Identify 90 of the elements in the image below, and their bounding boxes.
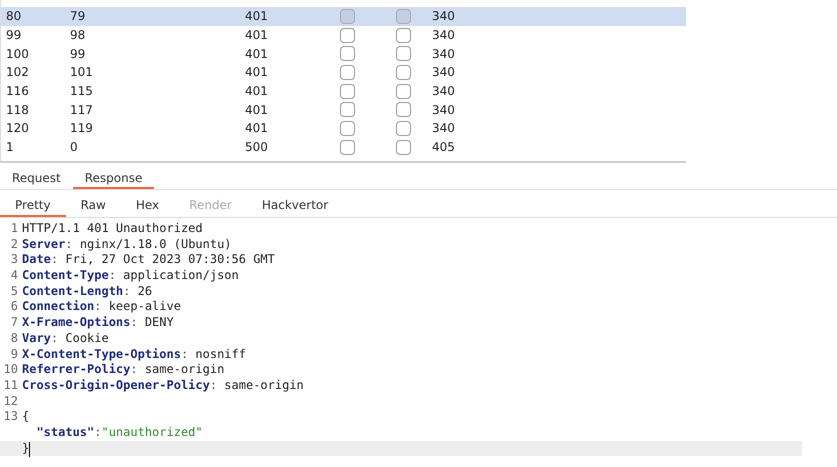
- line-number: 4: [10, 268, 18, 282]
- line-number: 3: [10, 252, 18, 266]
- line-number: 1: [10, 221, 18, 235]
- table-cell: 401: [245, 102, 268, 117]
- table-cell: 99: [70, 46, 86, 61]
- table-cell: 401: [245, 84, 268, 98]
- table-cell: 401: [245, 9, 268, 24]
- table-cell: 401: [245, 28, 268, 42]
- header-line: Server: nginx/1.18.0 (Ubuntu): [22, 236, 232, 252]
- tab[interactable]: Pretty: [0, 195, 66, 217]
- table-row[interactable]: 118 117 401 340: [1, 100, 686, 120]
- tab[interactable]: Hex: [120, 195, 174, 217]
- checkbox[interactable]: [396, 64, 411, 80]
- checkbox[interactable]: [340, 102, 355, 118]
- table-cell: 117: [70, 102, 93, 117]
- tab[interactable]: Hackvertor: [246, 195, 344, 217]
- tab[interactable]: Request: [0, 169, 73, 189]
- header-line: Cross-Origin-Opener-Policy: same-origin: [22, 378, 304, 394]
- table-cell: 401: [245, 65, 268, 80]
- checkbox[interactable]: [396, 102, 411, 118]
- checkbox[interactable]: [340, 46, 355, 62]
- json-line: "status":"unauthorized": [35, 424, 203, 441]
- line-number: 2: [10, 236, 18, 251]
- code-text: }: [22, 440, 30, 456]
- table-cell: 1: [6, 140, 14, 154]
- header-line: X-Frame-Options: DENY: [22, 315, 174, 331]
- tab[interactable]: Raw: [66, 195, 121, 217]
- code-text: HTTP/1.1 401 Unauthorized: [22, 221, 203, 237]
- checkbox[interactable]: [396, 8, 411, 24]
- table-cell: 115: [70, 84, 93, 98]
- table-cell: 120: [6, 121, 29, 136]
- tab[interactable]: Response: [72, 169, 154, 189]
- table-row[interactable]: 100 99 401 340: [1, 44, 686, 64]
- table-row[interactable]: 80 79 401 340: [1, 7, 686, 26]
- table-cell: 118: [6, 102, 29, 117]
- table-cell: 102: [6, 65, 29, 80]
- checkbox[interactable]: [340, 64, 355, 80]
- table-cell: 99: [6, 28, 22, 42]
- table-cell: 0: [70, 140, 78, 154]
- checkbox[interactable]: [340, 84, 355, 99]
- line-number: 5: [10, 284, 18, 298]
- table-cell: 401: [245, 121, 268, 136]
- table-row[interactable]: 1 0 500 405: [1, 138, 686, 156]
- table-row[interactable]: 116 115 401 340: [1, 82, 686, 100]
- header-line: X-Content-Type-Options: nosniff: [22, 346, 246, 362]
- checkbox[interactable]: [396, 46, 411, 62]
- text-cursor[interactable]: [29, 442, 30, 457]
- header-line: Date: Fri, 27 Oct 2023 07:30:56 GMT: [22, 252, 275, 268]
- header-line: Vary: Cookie: [22, 330, 109, 346]
- line-number: 8: [10, 330, 18, 345]
- table-cell: 405: [432, 140, 455, 154]
- header-line: Connection: keep-alive: [22, 299, 181, 316]
- code-text: {: [22, 409, 30, 425]
- checkbox[interactable]: [396, 140, 411, 155]
- checkbox[interactable]: [396, 28, 411, 43]
- line-number: 6: [10, 299, 18, 314]
- table-cell: 98: [70, 28, 86, 42]
- line-number: 13: [4, 409, 18, 424]
- table-cell: 401: [245, 46, 268, 61]
- table-cell: 340: [432, 121, 455, 136]
- table-row[interactable]: 99 98 401 340: [1, 26, 686, 44]
- checkbox[interactable]: [340, 140, 355, 155]
- table-cell: 119: [70, 121, 93, 136]
- table-cell: 340: [432, 65, 455, 80]
- table-cell: 116: [6, 84, 29, 98]
- table-cell: 340: [432, 84, 455, 98]
- line-number: 7: [10, 315, 18, 330]
- table-row[interactable]: 120 119 401 340: [1, 119, 686, 138]
- checkbox[interactable]: [396, 120, 411, 136]
- table-cell: 79: [70, 9, 86, 24]
- line-number: 11: [4, 378, 18, 392]
- table-cell: 340: [432, 102, 455, 117]
- table-cell: 340: [432, 28, 455, 42]
- table-cell: 101: [70, 65, 93, 80]
- table-cell: 80: [6, 9, 22, 24]
- table-row[interactable]: 102 101 401 340: [1, 63, 686, 82]
- line-number: 9: [10, 346, 18, 360]
- table-cell: 100: [6, 46, 29, 61]
- checkbox[interactable]: [340, 120, 355, 136]
- header-line: Content-Length: 26: [22, 284, 152, 300]
- checkbox[interactable]: [340, 8, 355, 24]
- checkbox[interactable]: [340, 28, 355, 43]
- header-line: Content-Type: application/json: [22, 268, 239, 284]
- table-cell: 500: [245, 140, 268, 154]
- checkbox[interactable]: [396, 84, 411, 99]
- table-cell: 340: [432, 46, 455, 61]
- line-number: 12: [4, 394, 18, 408]
- header-line: Referrer-Policy: same-origin: [22, 362, 224, 378]
- table-cell: 340: [432, 9, 455, 24]
- line-number: 10: [4, 362, 18, 376]
